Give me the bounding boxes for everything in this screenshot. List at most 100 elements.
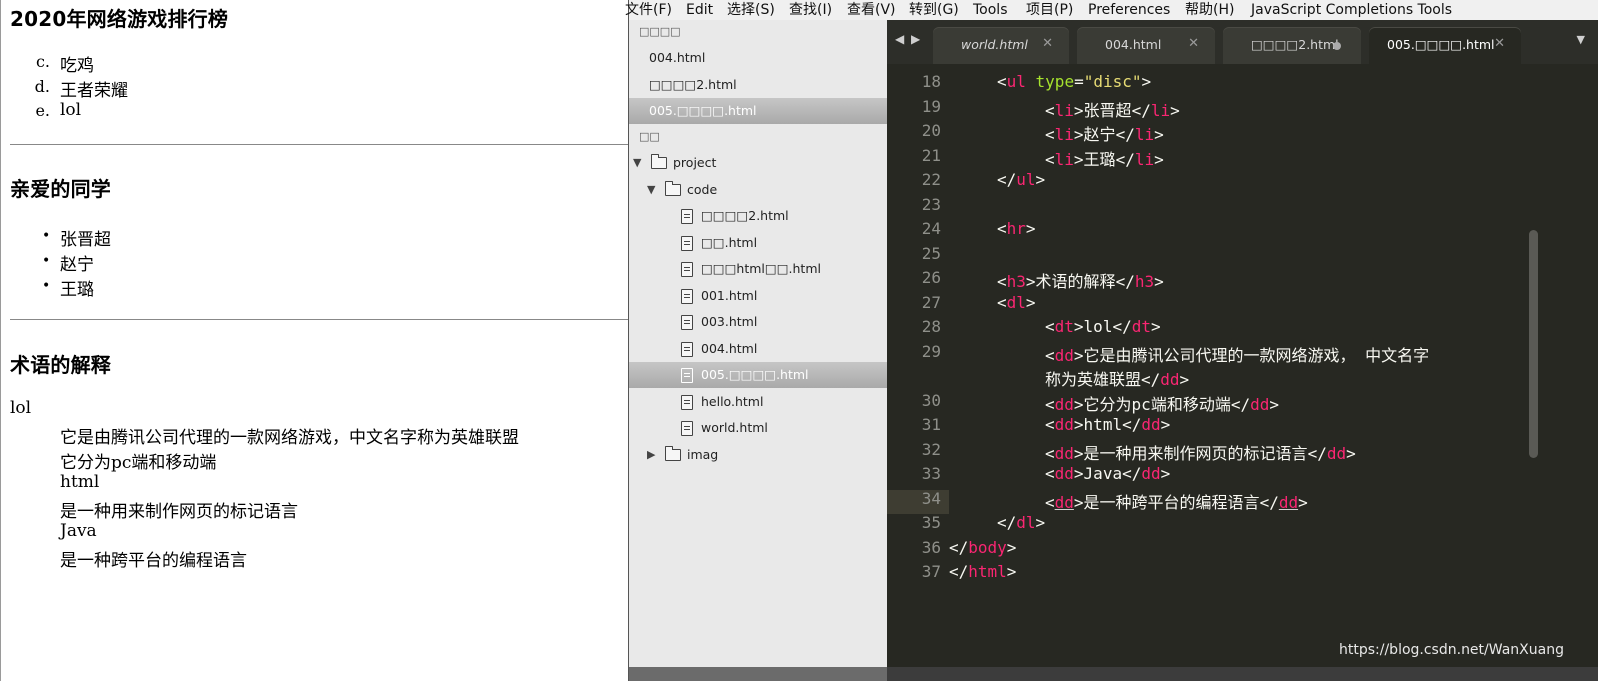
- line-number-gutter: 18 19 20 21 22 23 24 25 26 27 28 29 30 3…: [887, 64, 949, 667]
- tab-unsaved-2-html[interactable]: □□□□2.html: [1223, 27, 1361, 64]
- open-file-item[interactable]: 004.html: [629, 45, 887, 71]
- status-bar: [887, 667, 1598, 681]
- menu-preferences[interactable]: Preferences: [1088, 0, 1170, 20]
- tree-file[interactable]: □□□html□□.html: [629, 256, 887, 282]
- definition-desc: Java: [60, 521, 97, 541]
- menu-find[interactable]: 查找(I): [789, 0, 832, 20]
- tree-file[interactable]: 003.html: [629, 309, 887, 335]
- file-icon: [681, 368, 693, 383]
- menu-edit[interactable]: Edit: [686, 0, 713, 20]
- code-line-wrapped[interactable]: 称为英雄联盟</dd>: [1045, 366, 1189, 390]
- tree-label: code: [687, 182, 718, 197]
- close-icon[interactable]: ✕: [1494, 36, 1505, 51]
- open-file-item-selected[interactable]: 005.□□□□.html: [629, 98, 887, 124]
- tree-file[interactable]: □□.html: [629, 230, 887, 256]
- collapsed-arrow-icon[interactable]: ▶: [647, 442, 655, 468]
- code-line[interactable]: <ul type="disc">: [997, 72, 1151, 91]
- line-number: 29: [921, 342, 941, 361]
- menu-project[interactable]: 项目(P): [1026, 0, 1073, 20]
- window-edge: [0, 0, 1, 681]
- open-file-item[interactable]: □□□□2.html: [629, 72, 887, 98]
- code-line[interactable]: <li>王璐</li>: [1045, 146, 1164, 170]
- code-line[interactable]: <dd>是一种用来制作网页的标记语言</dd>: [1045, 440, 1356, 464]
- tab-004-html[interactable]: 004.html ✕: [1077, 27, 1215, 64]
- tree-folder-imag[interactable]: ▶ imag: [629, 442, 887, 468]
- code-line[interactable]: <dd>Java</dd>: [1045, 464, 1170, 483]
- code-line-current[interactable]: <dd>是一种跨平台的编程语言</dd>: [1045, 489, 1308, 513]
- code-line[interactable]: </ul>: [997, 170, 1045, 189]
- code-line[interactable]: </html>: [949, 562, 1016, 581]
- tab-world-html[interactable]: world.html ✕: [933, 27, 1069, 64]
- code-line[interactable]: <dd>它分为pc端和移动端</dd>: [1045, 391, 1279, 415]
- line-number: 22: [921, 170, 941, 189]
- tree-folder-code[interactable]: ▼ code: [629, 177, 887, 203]
- tab-next-icon[interactable]: ▶: [911, 32, 920, 46]
- close-icon[interactable]: ✕: [1042, 36, 1053, 51]
- folder-icon: [665, 446, 681, 461]
- tree-label: world.html: [701, 420, 768, 435]
- line-number: 34: [921, 489, 941, 508]
- tree-file[interactable]: 004.html: [629, 336, 887, 362]
- menu-js-completions[interactable]: JavaScript Completions Tools: [1251, 0, 1452, 20]
- file-icon: [681, 236, 693, 251]
- code-line[interactable]: <dt>lol</dt>: [1045, 317, 1161, 336]
- tree-file[interactable]: □□□□2.html: [629, 203, 887, 229]
- open-file-label: 004.html: [649, 50, 706, 65]
- tab-menu-chevron-down-icon[interactable]: ▼: [1577, 33, 1585, 46]
- tree-label: 004.html: [701, 341, 758, 356]
- definition-desc: 是一种跨平台的编程语言: [60, 551, 247, 571]
- unsaved-dot-icon[interactable]: [1333, 42, 1341, 50]
- tree-file[interactable]: hello.html: [629, 389, 887, 415]
- tree-file-selected[interactable]: 005.□□□□.html: [629, 362, 887, 388]
- tree-file[interactable]: 001.html: [629, 283, 887, 309]
- editor-window: 文件(F) Edit 选择(S) 查找(I) 查看(V) 转到(G) Tools…: [625, 0, 1598, 681]
- tab-prev-icon[interactable]: ◀: [895, 32, 904, 46]
- list-item-text: lol: [60, 100, 82, 120]
- line-number: 37: [921, 562, 941, 581]
- code-line[interactable]: <li>赵宁</li>: [1045, 121, 1164, 145]
- bullet-icon: •: [42, 228, 51, 244]
- tree-file[interactable]: world.html: [629, 415, 887, 441]
- expanded-arrow-icon[interactable]: ▼: [647, 177, 655, 203]
- list-item-text: 赵宁: [60, 255, 94, 275]
- folder-open-icon: [665, 181, 681, 196]
- code-line[interactable]: <li>张晋超</li>: [1045, 97, 1180, 121]
- menu-selection[interactable]: 选择(S): [727, 0, 775, 20]
- line-number: 36: [921, 538, 941, 557]
- code-line[interactable]: <dd>它是由腾讯公司代理的一款网络游戏， 中文名字: [1045, 342, 1429, 366]
- menu-tools[interactable]: Tools: [973, 0, 1008, 20]
- tab-005-html[interactable]: 005.□□□□.html ✕: [1369, 27, 1521, 64]
- tree-label: □□□□2.html: [701, 208, 789, 223]
- line-number: 24: [921, 219, 941, 238]
- watermark-text: https://blog.csdn.net/WanXuang: [1339, 642, 1564, 658]
- expanded-arrow-icon[interactable]: ▼: [633, 150, 641, 176]
- tree-label: imag: [687, 447, 719, 462]
- close-icon[interactable]: ✕: [1188, 36, 1199, 51]
- tab-bar: ◀ ▶ world.html ✕ 004.html ✕ □□□□2.html 0…: [887, 20, 1598, 64]
- tree-label: 001.html: [701, 288, 758, 303]
- open-files-header: □□□□: [639, 25, 681, 38]
- heading-classmates: 亲爱的同学: [10, 177, 111, 201]
- line-number: 28: [921, 317, 941, 336]
- code-line[interactable]: <dd>html</dd>: [1045, 415, 1170, 434]
- menu-view[interactable]: 查看(V): [847, 0, 896, 20]
- list-item-text: 吃鸡: [60, 56, 94, 76]
- line-number: 21: [921, 146, 941, 165]
- code-line[interactable]: <hr>: [997, 219, 1036, 238]
- folder-open-icon: [651, 154, 667, 169]
- list-item-text: 王璐: [60, 280, 94, 300]
- line-number: 18: [921, 72, 941, 91]
- code-line[interactable]: <dl>: [997, 293, 1036, 312]
- tree-folder-project[interactable]: ▼ project: [629, 150, 887, 176]
- code-area[interactable]: <ul type="disc"> <li>张晋超</li> <li>赵宁</li…: [941, 64, 1539, 667]
- line-number: 26: [921, 268, 941, 287]
- folders-header: □□: [639, 130, 660, 143]
- menu-goto[interactable]: 转到(G): [909, 0, 959, 20]
- menu-help[interactable]: 帮助(H): [1185, 0, 1234, 20]
- code-line[interactable]: </dl>: [997, 513, 1045, 532]
- menu-file[interactable]: 文件(F): [625, 0, 672, 20]
- file-icon: [681, 209, 693, 224]
- code-line[interactable]: </body>: [949, 538, 1016, 557]
- code-line[interactable]: <h3>术语的解释</h3>: [997, 268, 1164, 292]
- vertical-scrollbar[interactable]: [1529, 230, 1538, 458]
